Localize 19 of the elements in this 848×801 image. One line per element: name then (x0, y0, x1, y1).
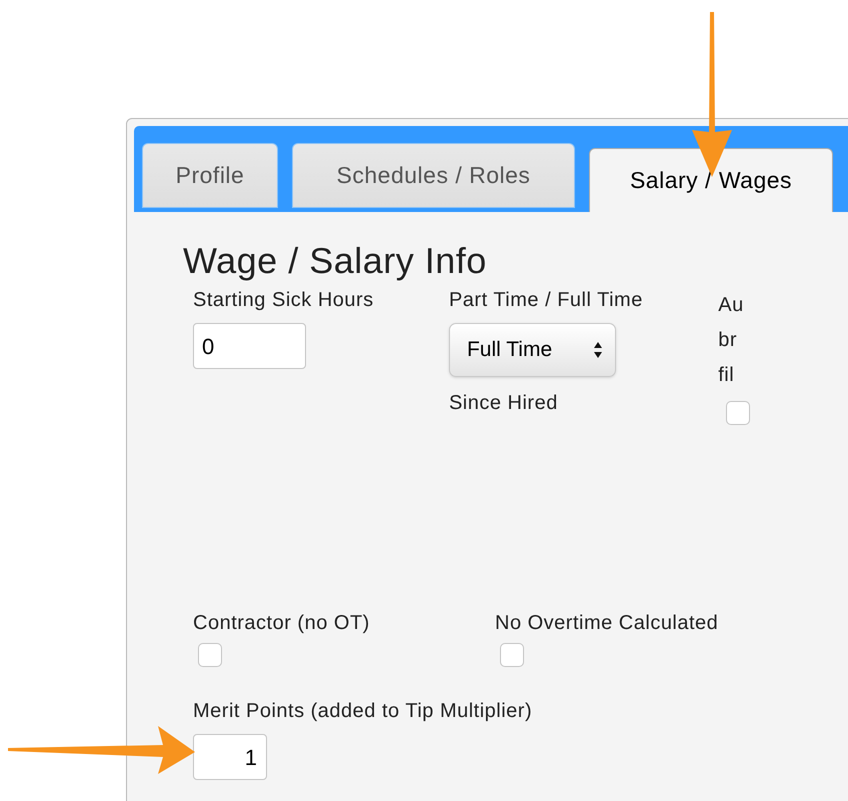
tab[interactable]: Schedules / Roles (292, 143, 575, 208)
checkbox[interactable] (500, 643, 524, 667)
updown-icon (592, 341, 603, 359)
checkbox[interactable] (726, 401, 750, 425)
field-label: fil (718, 363, 736, 388)
field-label: Merit Points (added to Tip Multiplier) (193, 699, 534, 723)
field-label: br (718, 328, 738, 353)
field-label: Au (718, 293, 745, 318)
tab[interactable]: Profile (142, 143, 278, 208)
input-field[interactable]: 0 (193, 323, 306, 369)
field-label: Starting Sick Hours (193, 288, 375, 312)
field-label: Part Time / Full Time (448, 288, 644, 312)
select-dropdown[interactable]: Full Time (448, 323, 616, 377)
field-note: Since Hired (448, 391, 559, 415)
input-field[interactable]: 1 (193, 734, 267, 780)
section-heading: Wage / Salary Info (183, 240, 488, 282)
field-label: Contractor (no OT) (193, 611, 371, 635)
field-label: No Overtime Calculated (495, 611, 720, 635)
checkbox[interactable] (198, 643, 222, 667)
